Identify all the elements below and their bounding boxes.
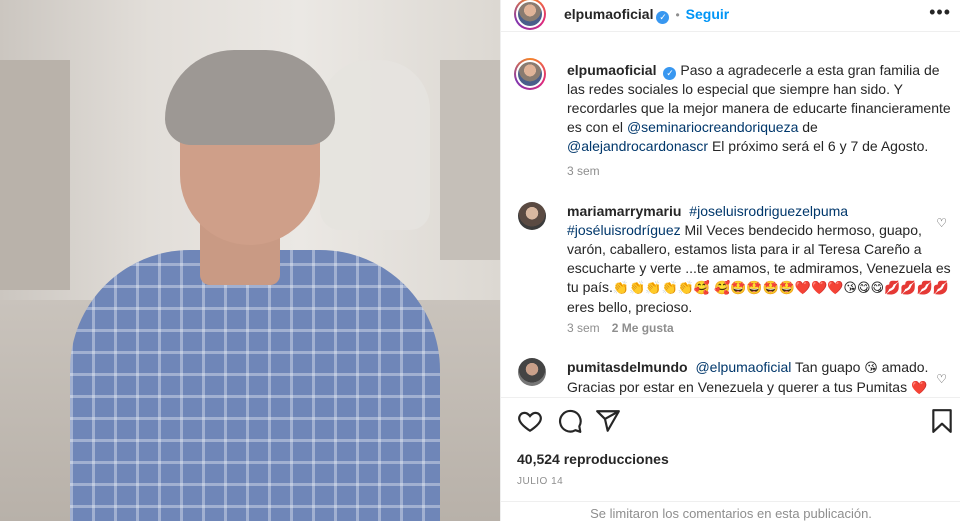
verified-icon: ✓ <box>663 67 677 80</box>
like-comment-icon[interactable]: ♡ <box>936 372 947 386</box>
verified-icon: ✓ <box>656 11 670 24</box>
comment-time[interactable]: 3 sem <box>567 321 600 335</box>
post-date[interactable]: JULIO 14 <box>517 476 563 487</box>
video-player[interactable] <box>0 0 500 521</box>
caption-time[interactable]: 3 sem <box>567 164 600 178</box>
bookmark-icon[interactable] <box>929 408 955 434</box>
commenter-avatar[interactable] <box>518 202 546 230</box>
post-header: elpumaoficial ✓ • Seguir ••• <box>501 0 960 32</box>
like-comment-icon[interactable]: ♡ <box>936 216 947 230</box>
caption-avatar[interactable] <box>514 58 546 90</box>
heart-icon[interactable] <box>517 408 543 434</box>
hashtag-link[interactable]: #joseluisrodriguezelpuma <box>689 203 848 219</box>
action-bar <box>501 397 960 447</box>
share-icon[interactable] <box>595 408 621 434</box>
post-sidebar: elpumaoficial ✓ • Seguir ••• elpumaoficial ✓… <box>500 0 960 521</box>
hashtag-link[interactable]: #joséluisrodríguez <box>567 222 681 238</box>
video-decor <box>440 60 500 260</box>
comment-body-end: eres bello, precioso. <box>567 299 693 315</box>
caption-body-3: El próximo será el 6 y 7 de Agosto. <box>708 138 929 154</box>
comments-limited-notice: Se limitaron los comentarios en esta pub… <box>501 501 960 521</box>
mention-link[interactable]: @elpumaoficial <box>695 359 791 375</box>
commenter-username[interactable]: mariamarrymariu <box>567 203 681 219</box>
comment-emojis: 👏👏👏👏👏🥰 <box>612 281 711 296</box>
follow-button[interactable]: Seguir <box>686 6 730 22</box>
caption-text: elpumaoficial ✓ Paso a agradecerle a esta… <box>567 61 951 156</box>
comment-text: pumitasdelmundo @elpumaoficial Tan guapo… <box>567 358 951 398</box>
mention-link[interactable]: @alejandrocardonascr <box>567 138 708 154</box>
author-username[interactable]: elpumaoficial <box>564 6 653 22</box>
comment-meta: 3 sem 2 Me gusta <box>567 321 674 335</box>
comment-emoji: ❤️ <box>910 381 928 396</box>
caption-body-2: de <box>798 119 818 135</box>
video-person-shirt <box>70 250 440 521</box>
comment-body: Tan guapo <box>791 359 865 375</box>
mention-link[interactable]: @seminariocreandoriqueza <box>627 119 798 135</box>
author-avatar[interactable] <box>514 0 546 30</box>
more-icon[interactable]: ••• <box>929 2 951 23</box>
comment-likes[interactable]: 2 Me gusta <box>612 321 674 335</box>
post-viewer: elpumaoficial ✓ • Seguir ••• elpumaoficial ✓… <box>0 0 960 521</box>
comment-emoji: 😘 <box>864 361 878 376</box>
video-bookshelf <box>0 60 70 290</box>
commenter-avatar[interactable] <box>518 358 546 386</box>
caption-username[interactable]: elpumaoficial <box>567 62 656 78</box>
comment-icon[interactable] <box>557 408 583 434</box>
video-statue <box>320 60 430 230</box>
comment-text: mariamarrymariu #joseluisrodriguezelpuma… <box>567 202 951 317</box>
views-count[interactable]: 40,524 reproducciones <box>517 451 669 467</box>
commenter-username[interactable]: pumitasdelmundo <box>567 359 688 375</box>
separator-dot: • <box>675 8 680 22</box>
comment-emojis: 🥰🤩🤩🤩🤩❤️❤️❤️😘😋😋💋💋💋💋 <box>713 281 949 296</box>
